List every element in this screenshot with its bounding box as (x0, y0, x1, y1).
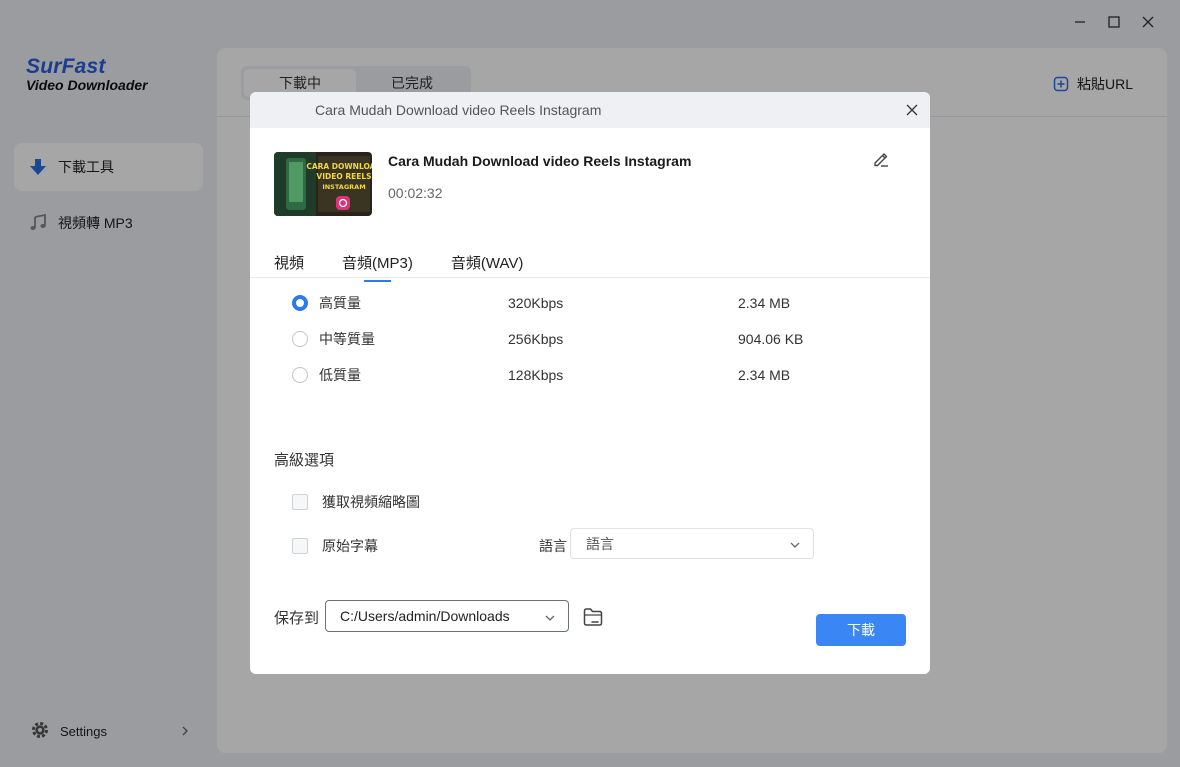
advanced-options-title: 高級選項 (274, 452, 335, 469)
app-window: SurFast Video Downloader 下載工具 視頻轉 MP3 Se… (0, 0, 1180, 767)
download-button[interactable]: 下載 (816, 614, 906, 646)
quality-size: 2.34 MB (738, 367, 791, 383)
radio-button[interactable] (292, 367, 308, 383)
language-value: 語言 (586, 535, 614, 552)
quality-option-low[interactable]: 低質量 128Kbps 2.34 MB (292, 364, 892, 386)
quality-option-medium[interactable]: 中等質量 256Kbps 904.06 KB (292, 328, 892, 350)
quality-name: 中等質量 (319, 331, 375, 347)
dialog-title: Cara Mudah Download video Reels Instagra… (315, 102, 602, 118)
radio-button[interactable] (292, 295, 308, 311)
language-label: 語言 (539, 538, 567, 554)
subtitle-checkbox[interactable] (292, 538, 308, 554)
quality-bitrate: 320Kbps (508, 295, 564, 311)
language-select[interactable]: 語言 (570, 528, 814, 559)
svg-text:VIDEO REELS: VIDEO REELS (316, 172, 371, 181)
svg-text:CARA DOWNLOAD: CARA DOWNLOAD (306, 162, 372, 171)
video-title: Cara Mudah Download video Reels Instagra… (388, 153, 692, 169)
folder-icon[interactable] (582, 606, 604, 628)
close-icon[interactable] (904, 102, 920, 118)
subtitle-option[interactable]: 原始字幕 (292, 536, 378, 556)
video-duration: 00:02:32 (388, 185, 443, 201)
quality-bitrate: 256Kbps (508, 331, 564, 347)
quality-option-high[interactable]: 高質量 320Kbps 2.34 MB (292, 292, 892, 314)
tab-audio-mp3[interactable]: 音頻(MP3) (342, 252, 413, 282)
tab-video[interactable]: 視頻 (274, 252, 304, 273)
quality-size: 2.34 MB (738, 295, 791, 311)
video-thumbnail: CARA DOWNLOAD VIDEO REELS INSTAGRAM (274, 152, 372, 216)
quality-name: 低質量 (319, 367, 361, 383)
save-path-select[interactable]: C:/Users/admin/Downloads (325, 600, 569, 632)
svg-text:INSTAGRAM: INSTAGRAM (322, 183, 365, 191)
format-tabs: 視頻 音頻(MP3) 音頻(WAV) (274, 252, 561, 282)
subtitle-option-label: 原始字幕 (322, 538, 378, 554)
tab-audio-wav[interactable]: 音頻(WAV) (451, 252, 524, 273)
save-path-value: C:/Users/admin/Downloads (340, 608, 510, 624)
quality-bitrate: 128Kbps (508, 367, 564, 383)
chevron-down-icon (789, 538, 801, 554)
edit-icon[interactable] (872, 150, 890, 168)
radio-button[interactable] (292, 331, 308, 347)
dialog-header: Cara Mudah Download video Reels Instagra… (250, 92, 930, 128)
quality-size: 904.06 KB (738, 331, 804, 347)
download-dialog: Cara Mudah Download video Reels Instagra… (250, 92, 930, 674)
save-to-label: 保存到 (274, 610, 320, 627)
thumbnail-option-label: 獲取視頻縮略圖 (322, 494, 420, 510)
divider (250, 277, 930, 278)
thumbnail-checkbox[interactable] (292, 494, 308, 510)
chevron-down-icon (544, 611, 556, 627)
quality-name: 高質量 (319, 295, 361, 311)
thumbnail-option[interactable]: 獲取視頻縮略圖 (292, 492, 420, 512)
